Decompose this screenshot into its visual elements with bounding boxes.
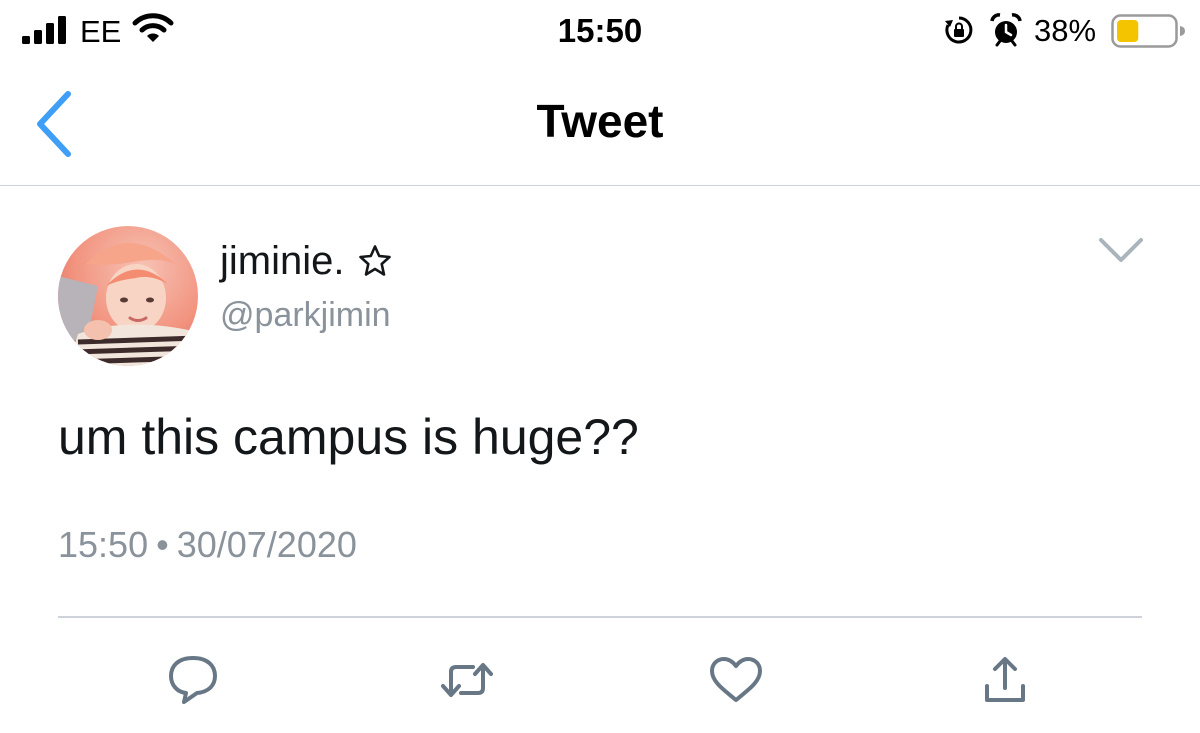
avatar-image bbox=[58, 226, 198, 366]
star-outline-icon bbox=[359, 245, 392, 276]
display-name: jiminie. bbox=[220, 238, 345, 283]
share-button[interactable] bbox=[975, 652, 1035, 708]
tweet-date: 30/07/2020 bbox=[176, 524, 357, 565]
tweet-timestamp: 15:50 • 30/07/2020 bbox=[58, 524, 357, 566]
user-handle[interactable]: @parkjimin bbox=[220, 296, 391, 335]
battery-percent: 38% bbox=[1034, 13, 1097, 48]
retweet-button[interactable] bbox=[437, 652, 497, 708]
tweet-menu-button[interactable] bbox=[1096, 232, 1146, 268]
display-name-row[interactable]: jiminie. bbox=[220, 236, 392, 286]
divider bbox=[58, 616, 1142, 618]
nav-bar: Tweet bbox=[0, 64, 1200, 186]
chevron-down-icon bbox=[1099, 238, 1143, 262]
like-button[interactable] bbox=[706, 652, 766, 708]
tweet-time: 15:50 bbox=[58, 524, 149, 565]
timestamp-separator: • bbox=[156, 524, 169, 565]
retweet-icon bbox=[441, 663, 493, 697]
share-icon bbox=[985, 657, 1025, 702]
alarm-icon bbox=[990, 13, 1022, 47]
avatar[interactable] bbox=[58, 226, 198, 366]
battery-icon bbox=[1111, 14, 1185, 48]
tweet-text: um this campus is huge?? bbox=[58, 409, 639, 465]
reply-button[interactable] bbox=[163, 652, 223, 708]
page-title: Tweet bbox=[536, 95, 664, 147]
rotation-lock-icon bbox=[945, 16, 973, 44]
like-icon bbox=[710, 657, 762, 702]
tweet-detail-screen: EE 15:50 38% Tweet jiminie. @parkjimin u… bbox=[0, 0, 1200, 733]
reply-icon bbox=[169, 656, 217, 704]
status-bar: EE 15:50 38% bbox=[0, 0, 1200, 64]
